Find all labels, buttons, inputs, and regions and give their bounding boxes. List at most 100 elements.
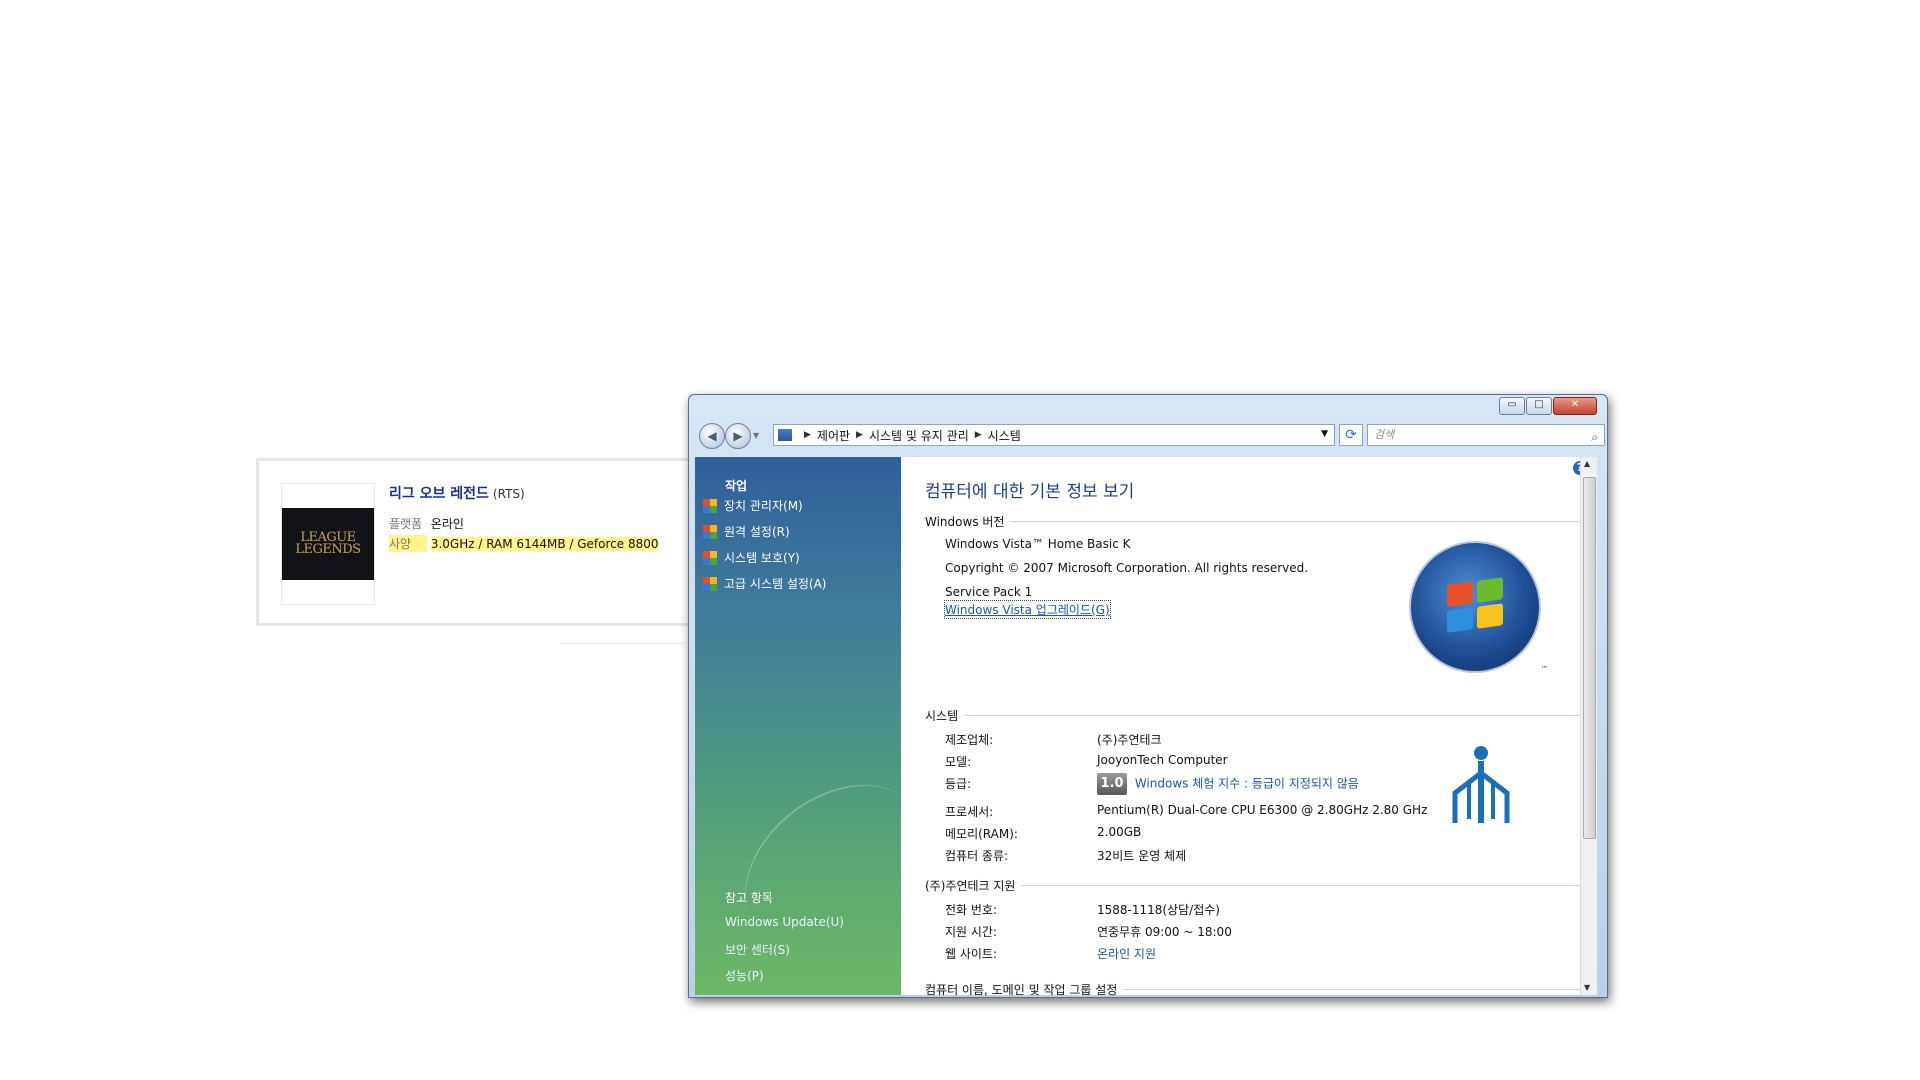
task-advanced-settings[interactable]: 고급 시스템 설정(A) [703, 575, 826, 592]
platform-label: 플랫폼 [389, 517, 423, 531]
rating-badge[interactable]: 1.0 [1097, 773, 1127, 795]
forward-button[interactable]: ▶ [725, 423, 751, 449]
game-thumbnail-frame[interactable]: LEAGUE LEGENDS [281, 483, 375, 605]
spec-value: 3.0GHz / RAM 6144MB / Geforce 8800 [430, 537, 659, 551]
website-label: 웹 사이트: [945, 947, 998, 961]
service-pack: Service Pack 1 [945, 585, 1033, 599]
hours-label: 지원 시간: [945, 925, 998, 939]
flag-red [1447, 581, 1473, 607]
refresh-button[interactable]: ⟳ [1339, 424, 1363, 446]
main-content: ? 컴퓨터에 대한 기본 정보 보기 Windows 버전 Windows Vi… [901, 457, 1597, 997]
game-info-card: LEAGUE LEGENDS 리그 오브 레전드 (RTS) 플랫폼 온라인 사양… [256, 458, 694, 626]
back-button[interactable]: ◀ [699, 423, 725, 449]
control-panel-icon [778, 429, 792, 441]
vertical-scrollbar[interactable]: ▲ ▼ [1580, 457, 1597, 995]
task-pane: 작업 장치 관리자(M) 원격 설정(R) 시스템 보호(Y) 고급 시스템 설… [695, 457, 958, 995]
experience-index-link[interactable]: Windows 체험 지수 : 등급이 지정되지 않음 [1135, 777, 1359, 791]
game-title[interactable]: 리그 오브 레전드 (RTS) [389, 483, 525, 503]
platform-row: 플랫폼 온라인 [389, 515, 464, 532]
history-dropdown-icon[interactable]: ▼ [753, 431, 759, 440]
hours-value: 연중무휴 09:00 ~ 18:00 [1097, 925, 1232, 939]
scrollbar-thumb[interactable] [1583, 477, 1596, 839]
breadcrumb-system[interactable]: 시스템 [988, 427, 1021, 444]
divider [560, 643, 684, 644]
task-label[interactable]: 장치 관리자(M) [724, 497, 803, 514]
search-placeholder: 검색 [1374, 428, 1395, 441]
manufacturer-label: 제조업체: [945, 733, 994, 747]
rating-value: 1.0 Windows 체험 지수 : 등급이 지정되지 않음 [1097, 773, 1359, 795]
section-heading: 시스템 [925, 709, 959, 723]
phone-label: 전화 번호: [945, 903, 998, 917]
shield-icon [703, 524, 717, 539]
chevron-right-icon[interactable]: ▶ [804, 430, 811, 440]
navigation-bar: ◀ ▶ ▼ ▶ 제어판 ▶ 시스템 및 유지 관리 ▶ 시스템 ▼ ⟳ 검색 ⌕ [693, 423, 1605, 449]
model-value: JooyonTech Computer [1097, 753, 1228, 767]
shield-icon [703, 498, 717, 513]
rating-label: 등급: [945, 777, 972, 791]
shield-icon [703, 550, 717, 565]
breadcrumb-control-panel[interactable]: 제어판 [817, 427, 850, 444]
scroll-up-icon[interactable]: ▲ [1584, 459, 1590, 468]
spec-label: 사양 [389, 535, 427, 552]
page-title: 컴퓨터에 대한 기본 정보 보기 [925, 482, 1135, 502]
memory-label: 메모리(RAM): [945, 827, 1018, 841]
spec-row: 사양 3.0GHz / RAM 6144MB / Geforce 8800 [389, 535, 659, 552]
upgrade-link[interactable]: Windows Vista 업그레이드(G) [944, 600, 1111, 619]
jooyontech-logo [1452, 746, 1510, 823]
system-type-value: 32비트 운영 체제 [1097, 849, 1187, 863]
task-label[interactable]: 원격 설정(R) [724, 523, 790, 540]
platform-value: 온라인 [430, 517, 464, 531]
see-also-heading: 참고 항목 [725, 891, 773, 905]
flag-yellow [1477, 603, 1503, 629]
phone-value: 1588-1118(상담/접수) [1097, 903, 1220, 917]
chevron-right-icon[interactable]: ▶ [975, 430, 982, 440]
title-bar[interactable]: ▭ □ ✕ [689, 395, 1607, 419]
section-computer-name: 컴퓨터 이름, 도메인 및 작업 그룹 설정 [925, 981, 1585, 997]
minimize-button[interactable]: ▭ [1499, 397, 1525, 415]
back-arrow-icon: ◀ [707, 429, 717, 443]
system-type-label: 컴퓨터 종류: [945, 849, 1009, 863]
refresh-icon: ⟳ [1345, 427, 1357, 443]
chevron-right-icon[interactable]: ▶ [856, 430, 863, 440]
close-button[interactable]: ✕ [1553, 397, 1597, 415]
windows-logo [1409, 541, 1541, 673]
breadcrumb-system-maintenance[interactable]: 시스템 및 유지 관리 [869, 427, 969, 444]
processor-value: Pentium(R) Dual-Core CPU E6300 @ 2.80GHz… [1097, 803, 1428, 817]
section-system: 시스템 [925, 707, 1585, 724]
flag-blue [1447, 607, 1473, 633]
online-support-link[interactable]: 온라인 지원 [1097, 945, 1156, 962]
flag-green [1477, 577, 1503, 603]
link-performance[interactable]: 성능(P) [725, 967, 764, 984]
task-system-protection[interactable]: 시스템 보호(Y) [703, 549, 800, 566]
edition-name: Windows Vista™ Home Basic K [945, 537, 1131, 551]
game-genre: (RTS) [492, 487, 525, 501]
task-label[interactable]: 고급 시스템 설정(A) [724, 575, 826, 592]
section-heading: Windows 버전 [925, 515, 1005, 529]
section-windows-edition: Windows 버전 [925, 513, 1585, 530]
trademark-mark: ™ [1541, 665, 1548, 673]
section-heading: 컴퓨터 이름, 도메인 및 작업 그룹 설정 [925, 983, 1118, 997]
task-device-manager[interactable]: 장치 관리자(M) [703, 497, 803, 514]
scroll-down-icon[interactable]: ▼ [1584, 983, 1590, 992]
link-windows-update[interactable]: Windows Update(U) [725, 915, 844, 929]
memory-value: 2.00GB [1097, 825, 1142, 839]
manufacturer-value: (주)주연테크 [1097, 733, 1162, 747]
link-security-center[interactable]: 보안 센터(S) [725, 941, 790, 958]
system-window: ▭ □ ✕ ◀ ▶ ▼ ▶ 제어판 ▶ 시스템 및 유지 관리 ▶ 시스템 ▼ … [688, 394, 1608, 998]
section-support: (주)주연테크 지원 [925, 877, 1585, 894]
tasks-heading: 작업 [725, 479, 748, 493]
maximize-button[interactable]: □ [1526, 397, 1552, 415]
caption-buttons: ▭ □ ✕ [1499, 397, 1597, 415]
model-label: 모델: [945, 755, 972, 769]
address-bar[interactable]: ▶ 제어판 ▶ 시스템 및 유지 관리 ▶ 시스템 ▼ [773, 424, 1335, 446]
task-remote-settings[interactable]: 원격 설정(R) [703, 523, 790, 540]
game-thumbnail[interactable]: LEAGUE LEGENDS [282, 508, 374, 580]
copyright-text: Copyright © 2007 Microsoft Corporation. … [945, 561, 1309, 575]
forward-arrow-icon: ▶ [733, 429, 743, 443]
search-icon[interactable]: ⌕ [1591, 427, 1598, 447]
address-dropdown-icon[interactable]: ▼ [1321, 429, 1328, 439]
search-input[interactable]: 검색 ⌕ [1367, 424, 1605, 446]
shield-icon [703, 576, 717, 591]
game-title-text[interactable]: 리그 오브 레전드 [389, 486, 489, 502]
task-label[interactable]: 시스템 보호(Y) [724, 549, 800, 566]
